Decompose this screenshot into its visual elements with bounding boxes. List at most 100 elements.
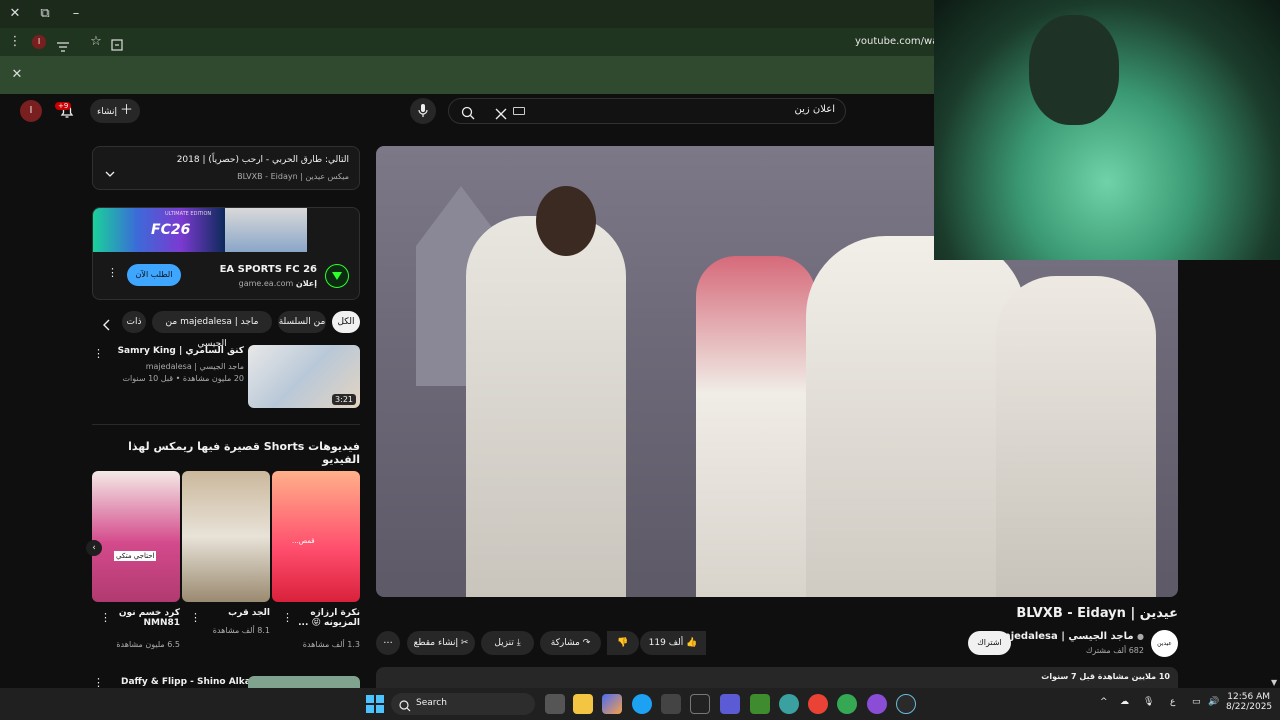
ad-banner-edition: ULTIMATE EDITION: [165, 211, 212, 217]
file-explorer-icon[interactable]: [573, 694, 593, 714]
dislike-button[interactable]: 👎: [607, 631, 639, 655]
translate-icon[interactable]: [57, 37, 69, 52]
keyboard-icon[interactable]: [513, 107, 525, 115]
more-actions-button[interactable]: ...: [376, 631, 400, 655]
ad-banner-image: [225, 208, 307, 252]
share-icon: ↷: [582, 638, 591, 648]
chip-scroll-left-icon[interactable]: [102, 316, 112, 335]
chevron-down-icon[interactable]: [105, 163, 115, 182]
scissors-icon: ✂: [460, 638, 469, 648]
chip-all[interactable]: الكل: [332, 311, 360, 333]
video-figure-4: [996, 276, 1156, 597]
clock[interactable]: 12:56 AM 8/22/2025: [1226, 692, 1273, 712]
download-label: تنزيل: [494, 638, 514, 648]
clipchamp-icon[interactable]: [720, 694, 740, 714]
tray-overflow-icon[interactable]: ^: [1100, 697, 1108, 707]
up-next-card[interactable]: التالي: طارق الحربي - ارحب (حصرياً) | 20…: [92, 146, 360, 190]
related-menu-icon[interactable]: ⋮: [93, 347, 104, 360]
up-next-title: التالي: طارق الحربي - ارحب (حصرياً) | 20…: [176, 155, 349, 165]
ad-menu-icon[interactable]: ⋮: [107, 266, 118, 279]
close-icon[interactable]: ✕: [5, 4, 25, 24]
related-channel[interactable]: ماجد الجيسي | majedalesa: [114, 362, 244, 371]
search-icon[interactable]: [461, 105, 475, 124]
search-box[interactable]: اعلان زين: [448, 98, 846, 124]
ad-cta-button[interactable]: الطلب الآن: [127, 264, 181, 286]
browser-titlebar: ✕ ⧉ –: [0, 0, 934, 28]
share-button[interactable]: مشاركة ↷: [540, 631, 601, 655]
discord-icon[interactable]: [867, 694, 887, 714]
chrome-beta-icon[interactable]: [896, 694, 916, 714]
restore-icon[interactable]: ⧉: [35, 4, 55, 24]
onedrive-icon[interactable]: ☁: [1120, 697, 1129, 707]
infobar-close-icon[interactable]: ✕: [7, 65, 27, 85]
like-button[interactable]: 119 ألف 👍: [640, 631, 706, 655]
short-menu-icon-3[interactable]: ⋮: [100, 611, 111, 624]
chip-related[interactable]: ذات صلة: [122, 311, 146, 333]
windows-start-icon[interactable]: [366, 695, 384, 713]
app-icon[interactable]: [690, 694, 710, 714]
short-thumbnail-1[interactable]: ...قمص: [272, 471, 360, 602]
chip-from-series[interactable]: من السلسلة: [278, 311, 326, 333]
mic-tray-icon[interactable]: 🎙: [1143, 697, 1154, 707]
share-label: مشاركة: [550, 638, 580, 648]
short-title-1[interactable]: نكرة ارزازه المزيونه 😝 ...: [290, 608, 360, 628]
chrome-icon[interactable]: [808, 694, 828, 714]
scrollbar-down-icon[interactable]: ▼: [1271, 678, 1277, 687]
webcam-overlay: [934, 0, 1280, 260]
clip-button[interactable]: إنشاء مقطع ✂: [407, 631, 475, 655]
menu-icon[interactable]: ⋮: [5, 32, 25, 52]
short-overlay-1: ...قمص: [292, 537, 315, 545]
chrome-profile-icon[interactable]: [837, 694, 857, 714]
divider: [92, 424, 360, 425]
short-title-3[interactable]: كرد خسم نون NMN81: [110, 608, 180, 628]
short-views-1: 1.3 ألف مشاهدة: [302, 640, 360, 649]
bookmark-star-icon[interactable]: ☆: [86, 32, 106, 52]
avatar[interactable]: I: [20, 100, 42, 122]
minecraft-icon[interactable]: [750, 694, 770, 714]
voice-search-button[interactable]: [410, 98, 436, 124]
download-button[interactable]: تنزيل ⤓: [481, 631, 534, 655]
copilot-icon[interactable]: [602, 694, 622, 714]
short-menu-icon-1[interactable]: ⋮: [282, 611, 293, 624]
info-bar: ✕: [0, 56, 934, 94]
shorts-scroll-left-icon[interactable]: ‹: [86, 540, 102, 556]
chip-from-channel[interactable]: من majedalesa | ماجد الجيسي: [152, 311, 272, 349]
video-figure-1-head: [536, 186, 596, 256]
profile-avatar[interactable]: I: [32, 35, 46, 49]
related-title[interactable]: كنق السامري | Samry King: [114, 346, 244, 356]
description-box[interactable]: 10 ملايين مشاهدة قبل 7 سنوات: [376, 667, 1178, 688]
language-indicator[interactable]: ع: [1170, 697, 1175, 707]
app-globe-icon[interactable]: [779, 694, 799, 714]
microphone-icon: [418, 104, 428, 117]
short-thumbnail-3[interactable]: احتاجي متكي: [92, 471, 180, 602]
ad-banner-logo: FC26: [151, 222, 191, 238]
taskbar-search[interactable]: Search: [391, 693, 535, 715]
volume-icon[interactable]: 🔊: [1208, 697, 1219, 707]
channel-name-text: ماجد الجيسي | majedalesa: [993, 631, 1134, 642]
install-app-icon[interactable]: [111, 36, 123, 51]
channel-logo[interactable]: عيدين: [1151, 630, 1178, 657]
clock-date: 8/22/2025: [1226, 702, 1273, 712]
store-icon[interactable]: [661, 694, 681, 714]
video-title: عيدين | BLVXB - Eidayn: [1016, 606, 1178, 621]
verified-icon: ●: [1137, 632, 1144, 641]
short-title-2[interactable]: الجد قرب: [210, 608, 270, 618]
short-menu-icon-2[interactable]: ⋮: [190, 611, 201, 624]
edge-icon[interactable]: [632, 694, 652, 714]
likes-count: 119 ألف: [648, 638, 684, 648]
next-related-thumbnail[interactable]: [248, 676, 360, 688]
search-input[interactable]: اعلان زين: [795, 104, 835, 115]
thumbs-down-icon: 👎: [617, 638, 629, 648]
ad-logo: [325, 264, 349, 288]
clear-search-icon[interactable]: [495, 105, 507, 124]
webcam-face: [1029, 15, 1119, 125]
related-thumbnail[interactable]: 3:21: [248, 345, 360, 408]
short-thumbnail-2[interactable]: [182, 471, 270, 602]
create-button[interactable]: إنشاء ＋: [90, 99, 140, 123]
network-icon[interactable]: ▭: [1192, 697, 1201, 707]
ad-banner[interactable]: FC26 ULTIMATE EDITION: [93, 208, 225, 252]
minimize-icon[interactable]: –: [66, 4, 86, 24]
task-view-icon[interactable]: [545, 694, 565, 714]
ad-card[interactable]: FC26 ULTIMATE EDITION الطلب الآن ⋮ EA SP…: [92, 207, 360, 300]
subscribe-button[interactable]: اشتراك: [968, 631, 1011, 655]
